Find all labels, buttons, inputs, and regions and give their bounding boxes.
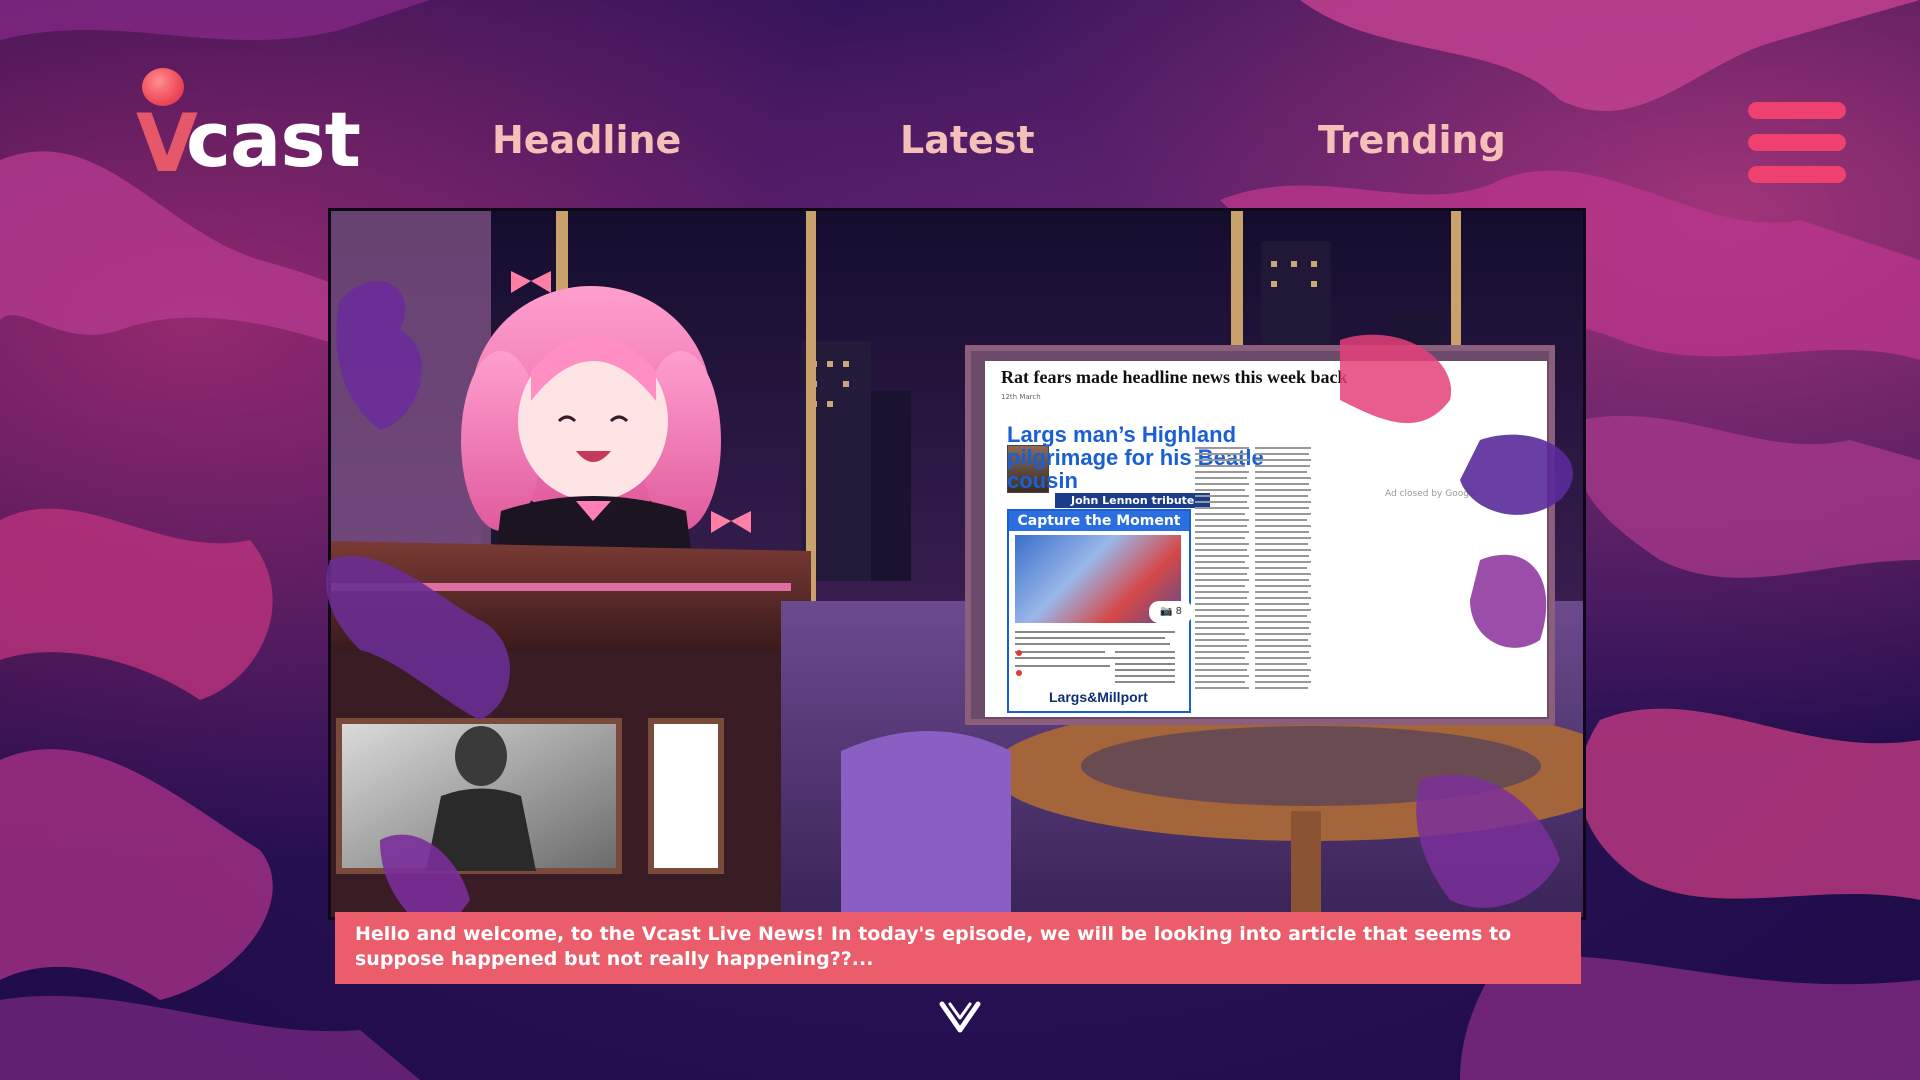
newspaper-date: 12th March — [1001, 393, 1041, 401]
nav-latest[interactable]: Latest — [900, 118, 1035, 162]
camera-icon: 📷 8 — [1149, 601, 1193, 623]
capture-text-lines — [1015, 631, 1175, 683]
ad-closed-notice: Ad closed by Google — [1385, 489, 1477, 499]
caption-text: Hello and welcome, to the Vcast Live New… — [355, 923, 1512, 970]
hamburger-menu-button[interactable] — [1748, 102, 1846, 184]
tribute-label: John Lennon tribute — [1055, 493, 1211, 508]
article-column-text — [1195, 447, 1311, 689]
capture-title: Capture the Moment — [1009, 511, 1189, 531]
menu-bar — [1748, 102, 1846, 119]
newspaper-page: Rat fears made headline news this week b… — [985, 361, 1547, 717]
video-player[interactable]: Rat fears made headline news this week b… — [328, 208, 1586, 920]
brand-logo: Largs&Millport — [1049, 689, 1148, 705]
menu-bar — [1748, 166, 1846, 183]
capture-moment-box: Capture the Moment 📷 8 Largs&Millport — [1007, 509, 1193, 713]
camera-count: 8 — [1175, 606, 1182, 617]
menu-bar — [1748, 134, 1846, 151]
nav-headline[interactable]: Headline — [492, 118, 681, 162]
newspaper-top-headline: Rat fears made headline news this week b… — [1001, 367, 1348, 387]
caption-bar: Hello and welcome, to the Vcast Live New… — [335, 912, 1581, 984]
nav-trending[interactable]: Trending — [1318, 118, 1506, 162]
vcast-logo[interactable]: V cast — [136, 62, 361, 184]
logo-wordmark: cast — [186, 95, 361, 184]
chevron-down-icon[interactable] — [938, 1000, 982, 1036]
newspaper-display: Rat fears made headline news this week b… — [965, 345, 1555, 725]
